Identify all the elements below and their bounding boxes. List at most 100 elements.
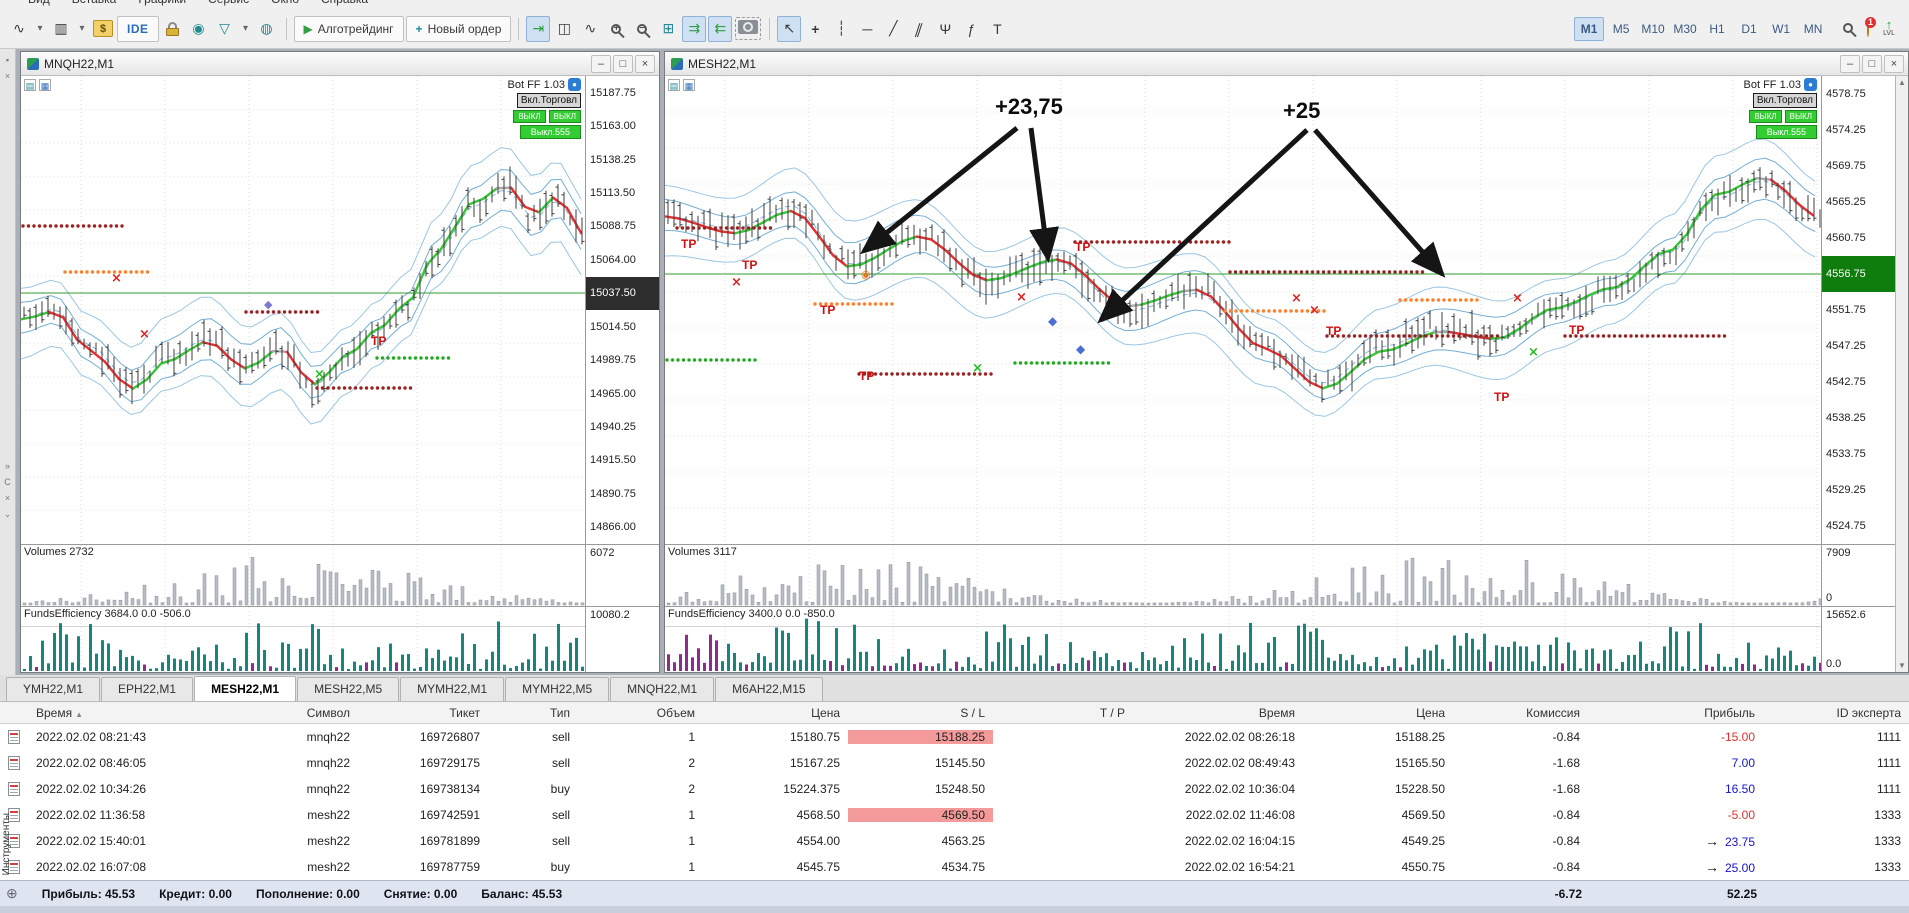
chart-tab-mesh22-m1[interactable]: MESH22,M1 bbox=[194, 676, 297, 701]
vertical-line-tool-icon[interactable]: ┆ bbox=[829, 16, 853, 42]
funnel-caret-icon[interactable]: ▾ bbox=[239, 16, 253, 42]
collapsed-panel-icon[interactable]: ⌄ bbox=[4, 509, 12, 520]
column-header[interactable]: ID эксперта bbox=[1763, 706, 1909, 720]
ide-button[interactable]: IDE bbox=[117, 15, 159, 42]
minimize-button[interactable]: – bbox=[591, 54, 611, 73]
chart-plot[interactable]: × × × × × × × ◆ ◆ ◉ +23,75 +25 ▤ ▦ Bot FF 1.03 ● В… bbox=[665, 76, 1821, 544]
price-axis[interactable]: 15187.75 15163.00 15138.25 15113.50 15088.75… bbox=[585, 76, 659, 672]
timeframe-w1[interactable]: W1 bbox=[1766, 17, 1796, 41]
column-header[interactable]: Символ bbox=[238, 706, 358, 720]
funds-efficiency-pane[interactable]: FundsEfficiency 3684.0 0.0 -506.0 bbox=[21, 606, 585, 672]
timeframe-d1[interactable]: D1 bbox=[1734, 17, 1764, 41]
column-header[interactable]: Время bbox=[1133, 706, 1303, 720]
menu-item[interactable]: Вставка bbox=[72, 0, 117, 6]
price-axis[interactable]: 4578.75 4574.25 4569.75 4565.25 4560.75 4556.… bbox=[1821, 76, 1895, 672]
menu-item[interactable]: Справка bbox=[321, 0, 368, 6]
column-header[interactable]: Объем bbox=[578, 706, 703, 720]
channel-tool-icon[interactable]: ∥ bbox=[903, 16, 935, 42]
column-header[interactable]: Тип bbox=[488, 706, 578, 720]
maximize-button[interactable]: □ bbox=[1862, 54, 1882, 73]
menu-item[interactable]: Окно bbox=[271, 0, 299, 6]
one-click-trading-icon[interactable]: ▤ bbox=[668, 79, 680, 91]
table-row[interactable]: 2022.02.02 08:21:43 mnqh22 169726807 sell 1 1… bbox=[0, 724, 1909, 750]
plus-circle-icon[interactable]: ⊕ bbox=[6, 885, 18, 902]
collapsed-panels-strip[interactable]: ▪ × » C × ⌄ bbox=[0, 49, 16, 675]
chart-objects-icon[interactable]: ▦ bbox=[683, 79, 695, 91]
screenshot-icon[interactable] bbox=[734, 16, 762, 42]
column-header[interactable]: Цена bbox=[703, 706, 848, 720]
dock-left-icon[interactable]: ⇉ bbox=[682, 15, 707, 42]
close-button[interactable]: × bbox=[1884, 54, 1904, 73]
autoscroll-icon[interactable]: ⇥ bbox=[526, 15, 551, 42]
bar-style-icon[interactable]: ▥ bbox=[49, 16, 73, 42]
column-header[interactable]: S / L bbox=[848, 706, 993, 720]
line-style-caret-icon[interactable]: ▾ bbox=[33, 16, 47, 42]
table-row[interactable]: 2022.02.02 11:36:58 mesh22 169742591 sell 1 4… bbox=[0, 802, 1909, 828]
column-header[interactable]: T / P bbox=[993, 706, 1133, 720]
line-chart-icon[interactable]: ∿ bbox=[578, 16, 602, 42]
chart-tab-m6ah22-m15[interactable]: M6AH22,M15 bbox=[715, 677, 823, 701]
new-order-button[interactable]: + Новый ордер bbox=[405, 15, 512, 42]
bot-555-button[interactable]: Выкл.555 bbox=[1755, 125, 1817, 139]
text-tool-icon[interactable]: T bbox=[985, 16, 1009, 42]
timeframe-h1[interactable]: H1 bbox=[1702, 17, 1732, 41]
scroll-up-icon[interactable]: ▲ bbox=[1898, 78, 1906, 87]
chart-scrollbar[interactable]: ▲ ▼ bbox=[1895, 76, 1908, 672]
bot-555-button[interactable]: Выкл.555 bbox=[519, 125, 581, 139]
table-row[interactable]: 2022.02.02 08:46:05 mnqh22 169729175 sell 2 1… bbox=[0, 750, 1909, 776]
grid-icon[interactable]: ⊞ bbox=[656, 16, 680, 42]
collapsed-panel-icon[interactable]: ▪ bbox=[6, 55, 9, 65]
bot-toggle-b-button[interactable]: ВЫКЛ bbox=[548, 110, 581, 123]
search-icon[interactable] bbox=[1843, 22, 1854, 36]
timeframe-m5[interactable]: M5 bbox=[1606, 17, 1636, 41]
algotrading-button[interactable]: ▶ Алготрейдинг bbox=[293, 15, 404, 42]
bot-toggle-a-button[interactable]: ВЫКЛ bbox=[1749, 110, 1782, 123]
column-header[interactable]: Прибыль bbox=[1588, 706, 1763, 720]
bar-style-caret-icon[interactable]: ▾ bbox=[75, 16, 89, 42]
collapsed-panel-icon[interactable]: » bbox=[5, 461, 10, 471]
trade-toggle-button[interactable]: Вкл.Торговл bbox=[516, 93, 581, 108]
lock-icon[interactable] bbox=[161, 16, 185, 42]
timeframe-mn[interactable]: MN bbox=[1798, 17, 1828, 41]
copy-trading-icon[interactable]: ◍ bbox=[255, 16, 279, 42]
bot-toggle-a-button[interactable]: ВЫКЛ bbox=[513, 110, 546, 123]
crosshair-icon[interactable]: + bbox=[803, 16, 827, 42]
chart-titlebar[interactable]: MNQH22,M1 – □ × bbox=[21, 52, 659, 76]
menu-item[interactable]: Графики bbox=[138, 0, 186, 6]
minimize-button[interactable]: – bbox=[1840, 54, 1860, 73]
column-header[interactable]: Цена bbox=[1303, 706, 1453, 720]
chart-tab-eph22-m1[interactable]: EPH22,M1 bbox=[101, 677, 194, 701]
fibonacci-tool-icon[interactable]: ƒ bbox=[959, 16, 983, 42]
one-click-trading-icon[interactable]: ▤ bbox=[24, 79, 36, 91]
column-header[interactable]: Комиссия bbox=[1453, 706, 1588, 720]
cursor-icon[interactable]: ↖ bbox=[777, 15, 802, 42]
timeframe-m1[interactable]: M1 bbox=[1574, 16, 1605, 41]
collapsed-panel-icon[interactable]: C bbox=[4, 477, 11, 487]
market-watch-icon[interactable]: $ bbox=[91, 16, 115, 42]
funnel-icon[interactable]: ▽ bbox=[213, 16, 237, 42]
table-row[interactable]: 2022.02.02 16:07:08 mesh22 169787759 buy 1 45… bbox=[0, 854, 1909, 880]
chart-tab-mnqh22-m1[interactable]: MNQH22,M1 bbox=[610, 677, 715, 701]
horizontal-line-tool-icon[interactable]: ─ bbox=[855, 16, 879, 42]
trendline-tool-icon[interactable]: ╱ bbox=[881, 16, 905, 42]
zoom-in-icon[interactable]: + bbox=[604, 16, 628, 42]
column-header[interactable]: Время ▲ bbox=[28, 706, 238, 720]
volumes-pane[interactable]: Volumes 2732 bbox=[21, 544, 585, 606]
community-icon[interactable]: 1 bbox=[1865, 16, 1877, 37]
chart-tab-mymh22-m5[interactable]: MYMH22,M5 bbox=[505, 677, 610, 701]
funds-efficiency-pane[interactable]: FundsEfficiency 3400.0 0.0 -850.0 bbox=[665, 606, 1821, 672]
pitchfork-tool-icon[interactable]: Ψ bbox=[933, 16, 957, 42]
bot-toggle-b-button[interactable]: ВЫКЛ bbox=[1784, 110, 1817, 123]
trade-toggle-button[interactable]: Вкл.Торговл bbox=[1752, 93, 1817, 108]
chart-objects-icon[interactable]: ▦ bbox=[39, 79, 51, 91]
menu-item[interactable]: Вид bbox=[28, 0, 50, 6]
menu-item[interactable]: Сервис bbox=[208, 0, 249, 6]
dock-right-icon[interactable]: ⇇ bbox=[708, 15, 733, 42]
table-row[interactable]: 2022.02.02 15:40:01 mesh22 169781899 sell 1 4… bbox=[0, 828, 1909, 854]
signals-icon[interactable]: ◉ bbox=[187, 16, 211, 42]
timeframe-m10[interactable]: M10 bbox=[1638, 17, 1668, 41]
collapsed-panel-icon[interactable]: × bbox=[5, 493, 10, 503]
toolbox-vertical-tab[interactable]: Инструменты bbox=[1, 813, 16, 883]
line-style-icon[interactable]: ∿ bbox=[7, 16, 31, 42]
column-header[interactable]: Тикет bbox=[358, 706, 488, 720]
